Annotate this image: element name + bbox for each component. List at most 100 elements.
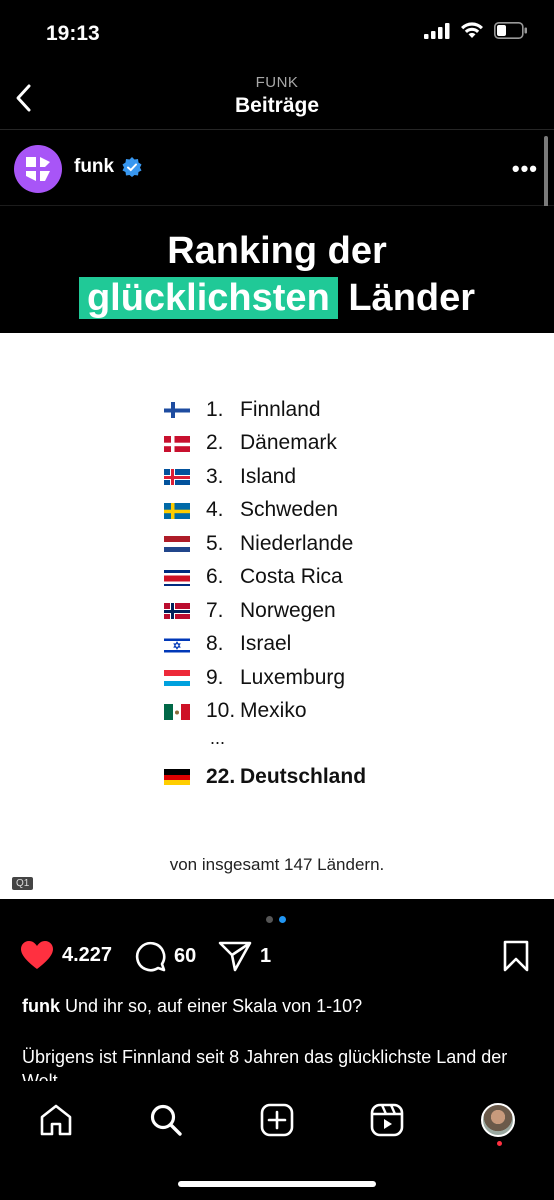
- post-username[interactable]: funk: [74, 156, 114, 178]
- list-item: 8. Israel: [164, 628, 366, 662]
- list-item: 5. Niederlande: [164, 527, 366, 561]
- headline-rest: Länder: [348, 277, 476, 319]
- bookmark-icon: [503, 940, 529, 972]
- flag-norway-icon: [164, 602, 190, 620]
- like-count: 4.227: [62, 943, 113, 966]
- flag-germany-icon: [164, 768, 190, 786]
- post-header: funk •••: [0, 130, 554, 206]
- tab-create[interactable]: [257, 1100, 297, 1140]
- flag-mexico-icon: [164, 703, 190, 720]
- rank-number: 3.: [206, 464, 224, 488]
- top-navigation: FUNK Beiträge: [0, 70, 554, 130]
- tab-search[interactable]: [146, 1100, 186, 1140]
- list-item: 2. Dänemark: [164, 427, 366, 461]
- flag-netherlands-icon: [164, 535, 190, 553]
- flag-luxembourg-icon: [164, 669, 190, 687]
- slide-footnote: von insgesamt 147 Ländern.: [169, 855, 385, 874]
- verified-badge-icon: [122, 157, 142, 177]
- flag-israel-icon: [164, 636, 190, 653]
- comment-count: 60: [174, 944, 197, 967]
- nav-subtitle: FUNK: [255, 74, 299, 91]
- rank-number: 7.: [206, 598, 224, 622]
- rank-number: 8.: [206, 632, 224, 656]
- nav-title: Beiträge: [234, 94, 320, 117]
- flag-costa-rica-icon: [164, 569, 190, 586]
- rank-number: 9.: [206, 665, 224, 689]
- save-button[interactable]: [502, 940, 530, 972]
- share-count: 1: [260, 944, 272, 967]
- more-options-button[interactable]: •••: [512, 156, 538, 182]
- status-icons: [424, 22, 528, 39]
- rank-number: 22.: [206, 764, 236, 788]
- headline-line-2: glücklichsten Länder: [0, 277, 554, 320]
- list-item: 9. Luxemburg: [164, 661, 366, 695]
- country-name: Niederlande: [240, 531, 354, 555]
- country-name: Luxemburg: [240, 665, 346, 689]
- plus-square-icon: [260, 1103, 294, 1137]
- country-name: Deutschland: [240, 764, 367, 788]
- search-icon: [150, 1104, 182, 1136]
- headline-line-1: Ranking der: [167, 230, 387, 272]
- rank-number: 10.: [206, 699, 236, 723]
- comment-icon: [135, 941, 166, 972]
- slide-headline: Ranking der glücklichsten Länder: [0, 206, 554, 333]
- flag-iceland-icon: [164, 468, 190, 486]
- flag-finland-icon: [164, 401, 190, 419]
- caption-username[interactable]: funk: [22, 996, 60, 1016]
- signal-icon: [424, 22, 450, 39]
- list-item-highlight: 22. Deutschland: [164, 760, 366, 794]
- like-button[interactable]: 4.227: [20, 940, 112, 970]
- list-item: 4. Schweden: [164, 494, 366, 528]
- pager-dot-active[interactable]: [279, 916, 286, 923]
- carousel-pager: [266, 916, 286, 923]
- heart-icon: [21, 941, 53, 969]
- rank-number: 1.: [206, 397, 224, 421]
- rank-number: 4.: [206, 498, 224, 522]
- country-name: Mexiko: [240, 699, 307, 723]
- post-actions: 4.227 60 1: [0, 940, 554, 980]
- country-name: Norwegen: [240, 598, 336, 622]
- ranking-list: 1. Finnland 2. Dänemark 3. Island 4. Sch…: [164, 393, 366, 794]
- funk-logo-icon: [26, 157, 50, 181]
- home-icon: [40, 1104, 72, 1136]
- battery-icon: [494, 22, 527, 39]
- caption-text-continued[interactable]: Übrigens ist Finnland seit 8 Jahren das …: [22, 1045, 532, 1081]
- country-name: Schweden: [240, 498, 339, 522]
- list-item: 7. Norwegen: [164, 594, 366, 628]
- reels-icon: [370, 1103, 404, 1137]
- post-caption: funk Und ihr so, auf einer Skala von 1-1…: [22, 994, 532, 1018]
- pager-dot[interactable]: [266, 916, 273, 923]
- tab-reels[interactable]: [367, 1100, 407, 1140]
- tab-home[interactable]: [36, 1100, 76, 1140]
- comment-button[interactable]: 60: [134, 940, 196, 972]
- rank-number: 6.: [206, 565, 224, 589]
- rank-number: 5.: [206, 531, 224, 555]
- flag-sweden-icon: [164, 502, 190, 519]
- notification-dot: [497, 1141, 502, 1146]
- rank-number: 2.: [206, 431, 224, 455]
- list-item: 1. Finnland: [164, 393, 366, 427]
- home-indicator: [178, 1181, 376, 1187]
- image-badge: Q1: [12, 877, 34, 890]
- caption-text: Und ihr so, auf einer Skala von 1-10?: [60, 996, 363, 1016]
- country-name: Island: [240, 464, 297, 488]
- post-image-slide[interactable]: 1. Finnland 2. Dänemark 3. Island 4. Sch…: [0, 333, 554, 899]
- tab-profile[interactable]: [478, 1100, 518, 1140]
- list-item: 6. Costa Rica: [164, 561, 366, 595]
- country-name: Costa Rica: [240, 565, 343, 589]
- send-icon: [218, 941, 252, 972]
- country-name: Dänemark: [240, 431, 337, 455]
- status-time: 19:13: [46, 22, 100, 45]
- ranking-ellipsis: ...: [210, 728, 226, 748]
- wifi-icon: [461, 22, 483, 38]
- profile-avatar: [481, 1103, 515, 1137]
- flag-denmark-icon: [164, 435, 190, 452]
- share-button[interactable]: 1: [218, 940, 271, 972]
- headline-highlight: glücklichsten: [78, 277, 338, 319]
- status-bar: 19:13: [0, 0, 554, 70]
- avatar[interactable]: [14, 145, 62, 193]
- list-item: 3. Island: [164, 460, 366, 494]
- list-item: 10. Mexiko: [164, 695, 366, 729]
- country-name: Finnland: [240, 397, 321, 421]
- country-name: Israel: [240, 632, 292, 656]
